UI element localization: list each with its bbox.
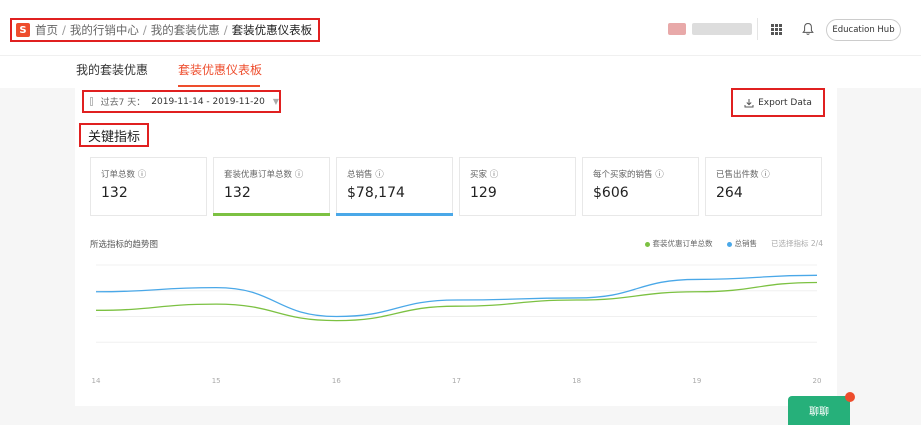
metric-value: 129 xyxy=(470,185,497,201)
date-range-value: 2019-11-14 - 2019-11-20 xyxy=(151,96,265,107)
metric-value: 132 xyxy=(101,185,128,201)
shop-logo-icon[interactable]: S xyxy=(16,23,30,37)
chevron-down-icon: ▼ xyxy=(272,97,279,106)
x-tick-label: 14 xyxy=(92,377,101,385)
metric-card-buyers[interactable]: 买家 ⓘ 129 xyxy=(459,157,576,216)
education-hub-button[interactable]: Education Hub xyxy=(826,19,901,41)
x-tick-label: 19 xyxy=(692,377,701,385)
date-range-prefix: 过去7 天： xyxy=(100,98,146,108)
export-data-button[interactable]: Export Data xyxy=(731,88,825,117)
export-data-label: Export Data xyxy=(758,97,812,108)
x-tick-label: 18 xyxy=(572,377,581,385)
metric-card-bundle-orders[interactable]: 套装优惠订单总数 ⓘ 132 xyxy=(213,157,330,216)
metric-card-units-sold[interactable]: 已售出件数 ⓘ 264 xyxy=(705,157,822,216)
metric-value: $606 xyxy=(593,185,629,201)
metric-label: 买家 ⓘ xyxy=(470,170,499,180)
chart-legend: 套装优惠订单总数 总销售 已选择指标 2/4 xyxy=(644,238,823,249)
metric-card-orders[interactable]: 订单总数 ⓘ 132 xyxy=(90,157,207,216)
apps-grid-icon[interactable] xyxy=(771,24,782,35)
calendar-icon xyxy=(90,97,93,106)
metrics-row: 订单总数 ⓘ 132 套装优惠订单总数 ⓘ 132 总销售 ⓘ $78,174 … xyxy=(90,157,823,216)
user-account[interactable] xyxy=(668,23,752,35)
metric-value: $78,174 xyxy=(347,185,405,201)
notification-dot xyxy=(845,392,855,402)
x-tick-label: 16 xyxy=(332,377,341,385)
breadcrumb-item-current: 套装优惠仪表板 xyxy=(231,23,313,37)
metric-label: 每个买家的销售 ⓘ xyxy=(593,170,664,180)
download-icon xyxy=(744,98,754,107)
tab-bar: 我的套装优惠 套装优惠仪表板 xyxy=(0,55,921,88)
breadcrumb: S 首页 / 我的行销中心 / 我的套装优惠 / 套装优惠仪表板 xyxy=(10,18,321,42)
divider xyxy=(757,18,758,40)
metric-label: 总销售 ⓘ xyxy=(347,170,384,180)
metric-value: 132 xyxy=(224,185,251,201)
bell-icon[interactable] xyxy=(802,22,814,36)
x-tick-label: 15 xyxy=(212,377,221,385)
top-bar: S 首页 / 我的行销中心 / 我的套装优惠 / 套装优惠仪表板 Educati… xyxy=(0,0,921,55)
active-tab-indicator xyxy=(178,85,260,87)
section-title: 关键指标 xyxy=(79,123,149,147)
tab-my-bundles[interactable]: 我的套装优惠 xyxy=(76,61,148,78)
avatar xyxy=(668,23,686,35)
series-line-0 xyxy=(95,274,818,318)
metric-label: 订单总数 ⓘ xyxy=(101,170,147,180)
tab-bundle-dashboard[interactable]: 套装优惠仪表板 xyxy=(178,61,262,78)
breadcrumb-item-home[interactable]: 首页 xyxy=(35,22,58,38)
x-tick-label: 17 xyxy=(452,377,461,385)
username-redacted xyxy=(692,23,752,35)
metric-value: 264 xyxy=(716,185,743,201)
metric-card-sales-per-buyer[interactable]: 每个买家的销售 ⓘ $606 xyxy=(582,157,699,216)
legend-item-sales[interactable]: 总销售 xyxy=(726,238,757,249)
breadcrumb-item-marketing[interactable]: 我的行销中心 xyxy=(70,22,139,38)
date-range-picker[interactable]: 过去7 天： 2019-11-14 - 2019-11-20 ▼ xyxy=(82,90,281,113)
x-tick-label: 20 xyxy=(813,377,822,385)
trend-chart-title: 所选指标的趋势图 xyxy=(90,240,159,250)
selected-metrics-count: 已选择指标 2/4 xyxy=(771,239,823,248)
metric-label: 套装优惠订单总数 ⓘ xyxy=(224,170,304,180)
metric-label: 已售出件数 ⓘ xyxy=(716,170,770,180)
dashboard-card: 过去7 天： 2019-11-14 - 2019-11-20 ▼ Export … xyxy=(75,88,837,406)
trend-line-chart: 14 15 16 17 18 19 20 xyxy=(92,264,822,385)
metric-selected-bar xyxy=(213,213,330,216)
chat-button[interactable]: 聊聊 xyxy=(788,396,850,425)
breadcrumb-item-bundle[interactable]: 我的套装优惠 xyxy=(151,22,220,38)
legend-item-bundle-orders[interactable]: 套装优惠订单总数 xyxy=(644,238,713,249)
metric-card-sales[interactable]: 总销售 ⓘ $78,174 xyxy=(336,157,453,216)
metric-selected-bar xyxy=(336,213,453,216)
